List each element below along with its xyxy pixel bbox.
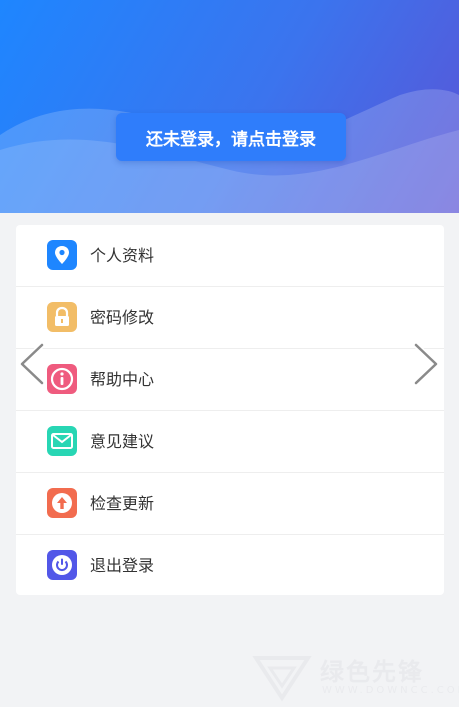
- menu-item-feedback[interactable]: 意见建议: [16, 411, 444, 473]
- settings-menu: 个人资料 密码修改 帮助中心 意见建议 检查更新 退出登录: [16, 225, 444, 595]
- watermark-logo-icon: [252, 656, 312, 702]
- power-icon: [47, 550, 77, 580]
- chevron-right-icon[interactable]: [412, 342, 442, 386]
- menu-item-check-update[interactable]: 检查更新: [16, 473, 444, 535]
- upload-arrow-icon: [47, 488, 77, 518]
- menu-item-logout[interactable]: 退出登录: [16, 535, 444, 596]
- menu-label-feedback: 意见建议: [90, 432, 155, 451]
- location-pin-icon: [47, 240, 77, 270]
- menu-item-help-center[interactable]: 帮助中心: [16, 349, 444, 411]
- menu-label-check-update: 检查更新: [90, 494, 155, 513]
- watermark: 绿色先锋 WWW.DOWNCC.COM: [252, 652, 459, 702]
- info-icon: [47, 364, 77, 394]
- mail-icon: [47, 426, 77, 456]
- menu-item-profile[interactable]: 个人资料: [16, 225, 444, 287]
- menu-label-change-password: 密码修改: [90, 308, 155, 327]
- header-wave-decoration: [0, 89, 459, 213]
- menu-label-help-center: 帮助中心: [90, 370, 155, 389]
- menu-item-change-password[interactable]: 密码修改: [16, 287, 444, 349]
- login-button[interactable]: 还未登录，请点击登录: [116, 113, 346, 161]
- watermark-url: WWW.DOWNCC.COM: [322, 685, 459, 696]
- chevron-left-icon[interactable]: [16, 342, 46, 386]
- lock-icon: [47, 302, 77, 332]
- watermark-text: 绿色先锋: [320, 658, 424, 686]
- menu-label-profile: 个人资料: [90, 246, 155, 265]
- profile-header: 还未登录，请点击登录: [0, 0, 459, 213]
- menu-label-logout: 退出登录: [90, 556, 155, 575]
